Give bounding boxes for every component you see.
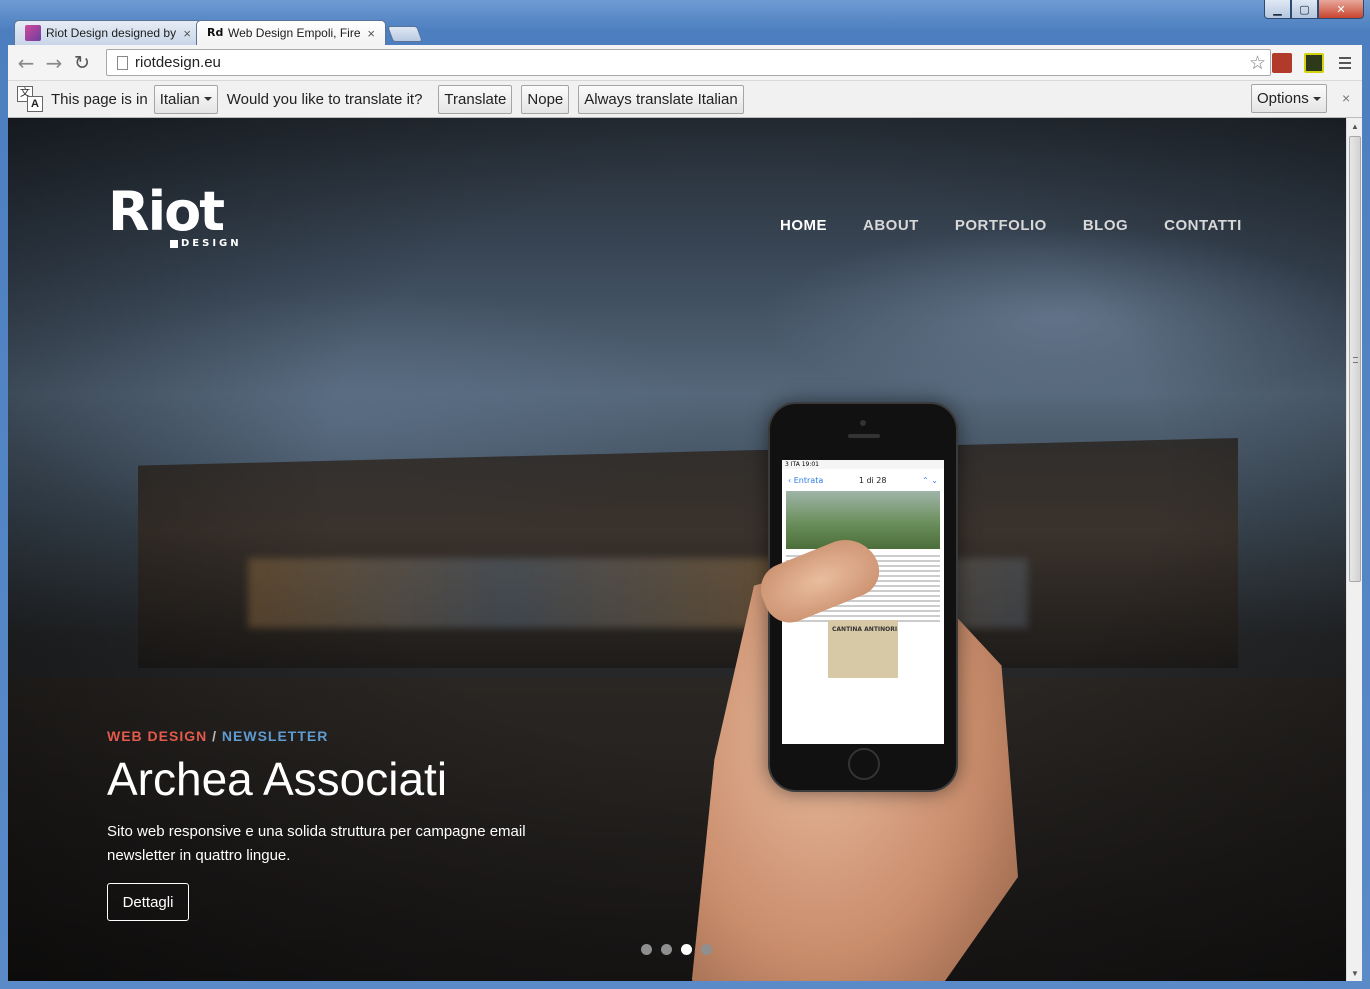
- phone-mail-bar: ‹ Entrata 1 di 28 ⌃ ⌄: [782, 469, 944, 491]
- address-bar[interactable]: riotdesign.eu ☆: [106, 49, 1271, 76]
- new-tab-button[interactable]: [387, 26, 423, 42]
- logo-sub-text: DESIGN: [170, 238, 242, 249]
- tab-title: Web Design Empoli, Firenze: [228, 26, 361, 40]
- options-button[interactable]: Options: [1251, 84, 1327, 113]
- page-icon: [117, 55, 128, 70]
- tab-web-design-empoli[interactable]: Rd Web Design Empoli, Firenze ×: [196, 20, 386, 45]
- phone-speaker: [848, 434, 880, 438]
- slide-description: Sito web responsive e una solida struttu…: [107, 823, 526, 864]
- nope-button[interactable]: Nope: [521, 84, 570, 114]
- language-select-value: Italian: [159, 90, 200, 108]
- translate-infobar: 文 A This page is in Italian Would you li…: [8, 81, 1362, 118]
- slider-dot[interactable]: [661, 944, 672, 955]
- site-logo[interactable]: Riot DESIGN: [108, 180, 242, 250]
- nav-about[interactable]: ABOUT: [863, 217, 919, 234]
- slide-title: Archea Associati: [107, 753, 448, 805]
- translate-button[interactable]: Translate: [438, 84, 513, 114]
- phone-hero-image: [786, 491, 940, 549]
- nav-contatti[interactable]: CONTATTI: [1164, 217, 1242, 234]
- browser-toolbar: ← → ↻ riotdesign.eu ☆: [8, 45, 1362, 81]
- chevron-down-icon: [1312, 96, 1321, 101]
- translate-icon: 文 A: [17, 86, 43, 112]
- reload-button[interactable]: ↻: [68, 49, 96, 77]
- riot-favicon-icon: [25, 25, 41, 41]
- phone-card-title: CANTINA ANTINORI: [832, 626, 898, 633]
- phone-counter: 1 di 28: [858, 475, 887, 485]
- back-button[interactable]: ←: [12, 49, 40, 77]
- scroll-down-icon[interactable]: ▼: [1347, 965, 1363, 981]
- extension-red-icon[interactable]: [1272, 53, 1292, 73]
- nav-portfolio[interactable]: PORTFOLIO: [955, 217, 1047, 234]
- chrome-menu-icon[interactable]: [1334, 53, 1356, 73]
- language-select[interactable]: Italian: [153, 84, 218, 114]
- nav-blog[interactable]: BLOG: [1083, 217, 1128, 234]
- phone-nav-arrows: ⌃ ⌄: [922, 475, 938, 485]
- category-web-design[interactable]: WEB DESIGN: [107, 728, 207, 744]
- window-controls: ▁ ▢ ✕: [1264, 0, 1364, 20]
- tab-close-icon[interactable]: ×: [367, 26, 375, 41]
- slide-categories: WEB DESIGN / NEWSLETTER: [107, 728, 328, 744]
- slider-dot[interactable]: [641, 944, 652, 955]
- phone-home-button: [848, 748, 880, 780]
- tab-close-icon[interactable]: ×: [183, 26, 191, 41]
- vertical-scrollbar[interactable]: ▲ ▼: [1346, 118, 1362, 981]
- tab-riot-design[interactable]: Riot Design designed by R ×: [14, 20, 202, 45]
- translate-question-text: Would you like to translate it?: [226, 90, 423, 108]
- extension-check-icon[interactable]: [1304, 53, 1324, 73]
- slider-dot[interactable]: [701, 944, 712, 955]
- scrollbar-grip: [1353, 357, 1358, 363]
- scroll-up-icon[interactable]: ▲: [1347, 118, 1363, 134]
- url-text[interactable]: riotdesign.eu: [135, 54, 221, 71]
- minimize-button[interactable]: ▁: [1264, 0, 1291, 19]
- tab-strip: Riot Design designed by R × Rd Web Desig…: [14, 20, 423, 45]
- translate-icon-glyph-b: A: [27, 96, 43, 112]
- phone-camera: [860, 420, 866, 426]
- phone-back-label: ‹ Entrata: [788, 475, 824, 485]
- page-viewport: Riot DESIGN HOME ABOUT PORTFOLIO BLOG CO…: [8, 118, 1346, 981]
- logo-main-text: Riot: [108, 180, 225, 243]
- maximize-button[interactable]: ▢: [1291, 0, 1318, 19]
- rd-favicon-icon: Rd: [207, 26, 224, 39]
- scrollbar-thumb[interactable]: [1349, 136, 1361, 582]
- tab-title: Riot Design designed by R: [46, 26, 178, 40]
- phone-status-bar: 3 ITA 19:01: [782, 460, 944, 469]
- main-nav: HOME ABOUT PORTFOLIO BLOG CONTATTI: [780, 217, 1242, 234]
- nav-home[interactable]: HOME: [780, 217, 827, 234]
- options-label: Options: [1257, 90, 1309, 107]
- close-infobar-icon[interactable]: ×: [1342, 90, 1350, 106]
- bookmark-star-icon[interactable]: ☆: [1249, 52, 1266, 75]
- slider-dots: [641, 944, 712, 955]
- close-window-button[interactable]: ✕: [1318, 0, 1364, 19]
- category-newsletter[interactable]: NEWSLETTER: [222, 728, 328, 744]
- always-translate-button[interactable]: Always translate Italian: [578, 84, 744, 114]
- chevron-down-icon: [203, 97, 212, 101]
- forward-button[interactable]: →: [40, 49, 68, 77]
- translate-prompt-text: This page is in: [51, 90, 148, 108]
- slider-dot-active[interactable]: [681, 944, 692, 955]
- details-button[interactable]: Dettagli: [107, 883, 189, 921]
- category-separator: /: [212, 728, 218, 744]
